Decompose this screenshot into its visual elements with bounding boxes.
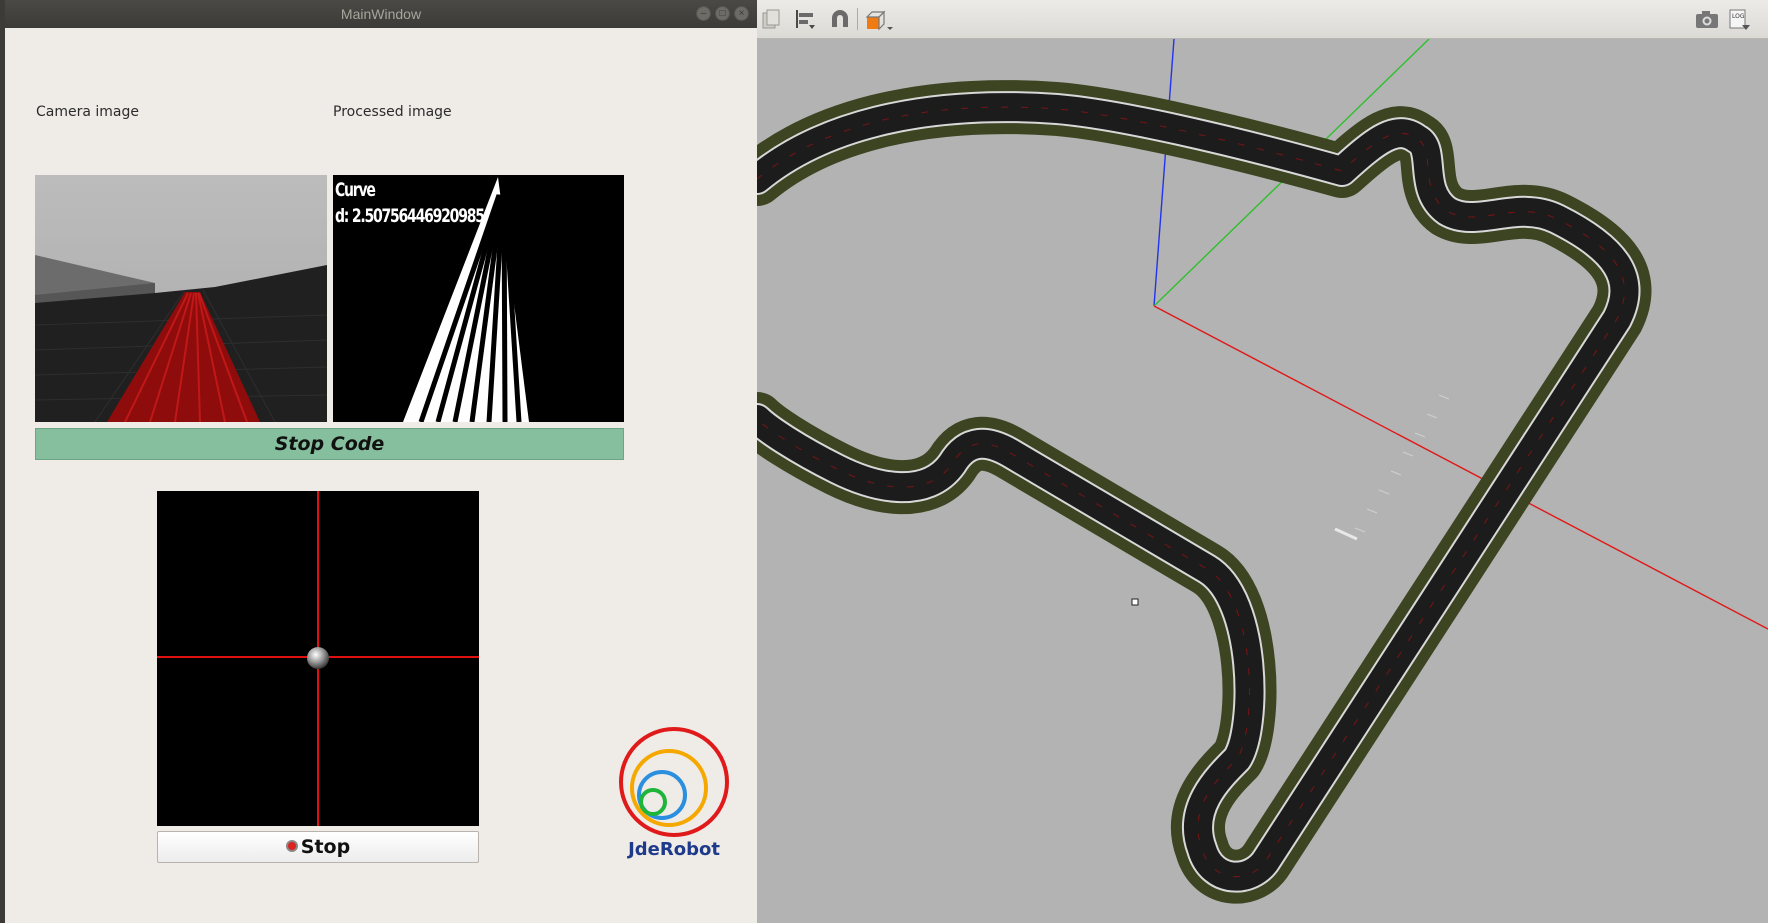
- window-controls: – □ ×: [696, 6, 749, 21]
- copy-icon[interactable]: [759, 7, 785, 31]
- window-titlebar[interactable]: MainWindow – □ ×: [5, 0, 757, 28]
- processed-image-label: Processed image: [333, 104, 452, 120]
- close-icon[interactable]: ×: [734, 6, 749, 21]
- processed-distance-label: d: 2.50756446920985: [335, 205, 485, 227]
- toolbar-separator: [857, 8, 858, 30]
- track-scene: [757, 39, 1768, 923]
- processed-curve-label: Curve: [335, 179, 376, 201]
- magnet-icon[interactable]: [827, 7, 853, 31]
- processed-image: Curve d: 2.50756446920985: [333, 175, 624, 422]
- screenshot-icon[interactable]: [1694, 7, 1720, 31]
- car-marker: [1131, 598, 1139, 606]
- camera-image-label: Camera image: [36, 104, 139, 120]
- svg-text:LOG: LOG: [1732, 13, 1745, 20]
- main-window: MainWindow – □ × Camera image Processed …: [5, 0, 757, 923]
- minimize-icon[interactable]: –: [696, 6, 711, 21]
- jderobot-logo-text: JdeRobot: [628, 839, 720, 860]
- teleop-joystick[interactable]: [157, 491, 479, 826]
- log-icon[interactable]: LOG: [1726, 7, 1752, 31]
- stop-button[interactable]: Stop: [157, 831, 479, 863]
- align-icon[interactable]: [793, 7, 819, 31]
- joystick-handle[interactable]: [307, 647, 329, 669]
- window-title: MainWindow: [340, 6, 422, 22]
- view-angle-icon[interactable]: [861, 7, 895, 31]
- stop-button-label: Stop: [300, 836, 351, 858]
- jderobot-logo: JdeRobot: [616, 726, 732, 862]
- stop-record-icon: [285, 840, 298, 852]
- camera-image: [35, 175, 327, 422]
- simulator-viewer[interactable]: LOG: [757, 0, 1768, 923]
- maximize-icon[interactable]: □: [715, 6, 730, 21]
- viewer-toolbar: LOG: [757, 0, 1768, 39]
- stop-code-button[interactable]: Stop Code: [35, 428, 624, 460]
